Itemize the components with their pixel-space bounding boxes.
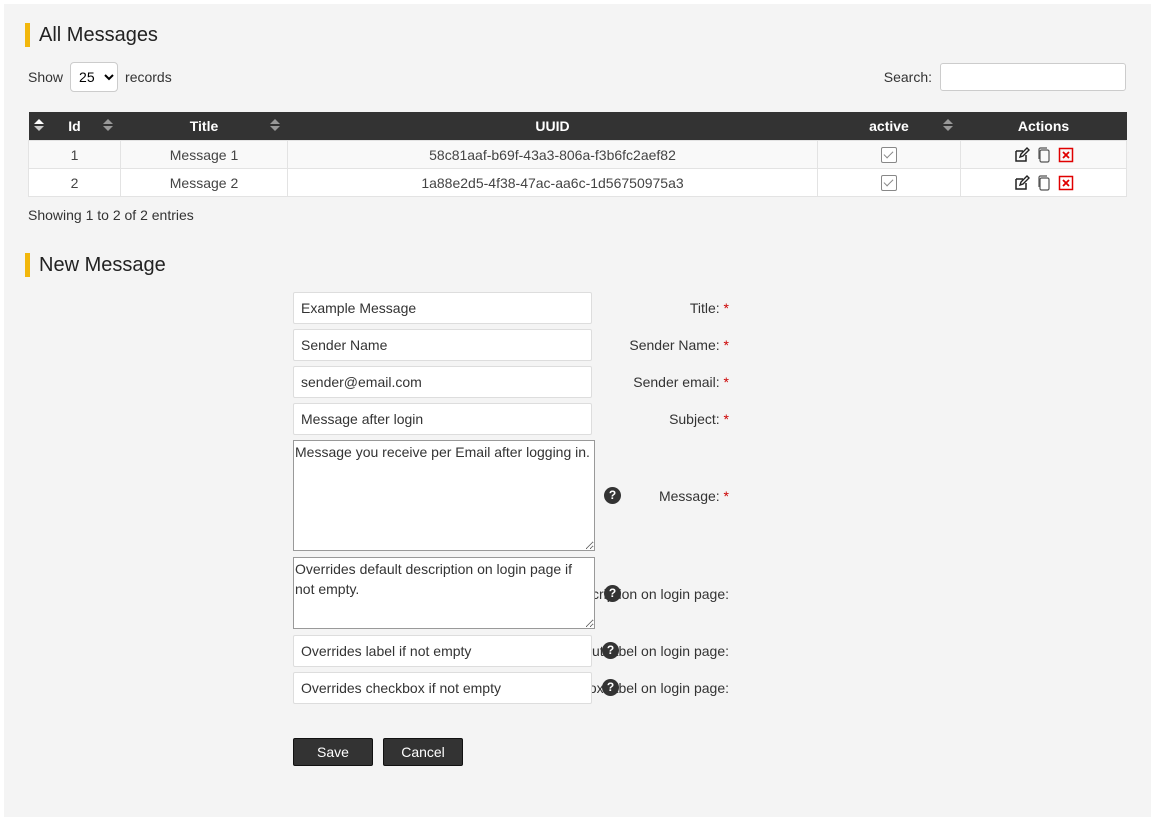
search-control: Search: xyxy=(884,62,1126,92)
delete-icon[interactable] xyxy=(1058,175,1074,191)
title-input[interactable] xyxy=(293,292,592,324)
all-messages-title: All Messages xyxy=(25,23,158,47)
help-icon[interactable]: ? xyxy=(604,585,621,602)
delete-icon[interactable] xyxy=(1058,147,1074,163)
cell-title: Message 1 xyxy=(120,140,288,169)
show-label: Show xyxy=(28,69,64,85)
help-icon[interactable]: ? xyxy=(604,487,621,504)
column-header-actions: Actions xyxy=(960,112,1127,141)
required-marker: * xyxy=(723,337,729,353)
subject-input[interactable] xyxy=(293,403,592,435)
input-label-input[interactable] xyxy=(293,635,592,667)
cell-uuid: 58c81aaf-b69f-43a3-806a-f3b6fc2aef82 xyxy=(287,140,818,169)
sort-icon[interactable] xyxy=(33,119,44,133)
title-label: Title: * xyxy=(689,300,729,316)
help-icon[interactable]: ? xyxy=(602,642,619,659)
column-header-active[interactable]: active xyxy=(817,112,961,141)
column-header-title[interactable]: Title xyxy=(120,112,288,141)
cell-id: 1 xyxy=(28,140,121,169)
table-header-row: Id Title UUID active Actions xyxy=(28,112,1127,141)
help-icon[interactable]: ? xyxy=(602,679,619,696)
checkbox-icon xyxy=(881,147,897,164)
required-marker: * xyxy=(723,300,729,316)
checkbox-icon xyxy=(881,175,897,192)
sender-name-input[interactable] xyxy=(293,329,592,361)
cell-active xyxy=(817,140,961,169)
sender-name-label: Sender Name: * xyxy=(629,337,729,353)
required-marker: * xyxy=(723,488,729,504)
cell-actions xyxy=(960,140,1127,169)
required-marker: * xyxy=(723,411,729,427)
cell-title: Message 2 xyxy=(120,168,288,197)
sender-email-input[interactable] xyxy=(293,366,592,398)
new-message-title: New Message xyxy=(25,253,166,277)
sort-icon[interactable] xyxy=(102,119,113,133)
records-label: records xyxy=(125,69,172,85)
description-textarea[interactable]: Overrides default description on login p… xyxy=(293,557,595,629)
search-input[interactable] xyxy=(940,63,1126,91)
column-header-id[interactable]: Id xyxy=(28,112,121,141)
copy-icon[interactable] xyxy=(1036,147,1052,163)
cell-id: 2 xyxy=(28,168,121,197)
page-size-select[interactable]: 25 xyxy=(70,62,119,92)
save-button[interactable]: Save xyxy=(293,738,373,766)
cell-uuid: 1a88e2d5-4f38-47ac-aa6c-1d56750975a3 xyxy=(287,168,818,197)
sender-email-label: Sender email: * xyxy=(633,374,729,390)
sort-icon[interactable] xyxy=(269,119,280,133)
column-header-uuid[interactable]: UUID xyxy=(287,112,818,141)
sort-icon[interactable] xyxy=(942,119,953,133)
cancel-button[interactable]: Cancel xyxy=(383,738,463,766)
table-row: 2 Message 2 1a88e2d5-4f38-47ac-aa6c-1d56… xyxy=(28,168,1127,197)
message-textarea[interactable]: Message you receive per Email after logg… xyxy=(293,440,595,551)
table-row: 1 Message 1 58c81aaf-b69f-43a3-806a-f3b6… xyxy=(28,140,1127,169)
table-info: Showing 1 to 2 of 2 entries xyxy=(28,207,194,223)
message-label: Message: * xyxy=(658,488,729,504)
optin-label-input[interactable] xyxy=(293,672,592,704)
required-marker: * xyxy=(723,374,729,390)
page-length-control: Show 25 records xyxy=(28,62,172,92)
edit-icon[interactable] xyxy=(1014,175,1030,191)
cell-actions xyxy=(960,168,1127,197)
subject-label: Subject: * xyxy=(669,411,729,427)
search-label: Search: xyxy=(883,69,932,85)
copy-icon[interactable] xyxy=(1036,175,1052,191)
cell-active xyxy=(817,168,961,197)
input-label-label: Input label on login page: xyxy=(572,643,729,659)
messages-table: Id Title UUID active Actions 1 Message 1… xyxy=(28,112,1127,197)
edit-icon[interactable] xyxy=(1014,147,1030,163)
